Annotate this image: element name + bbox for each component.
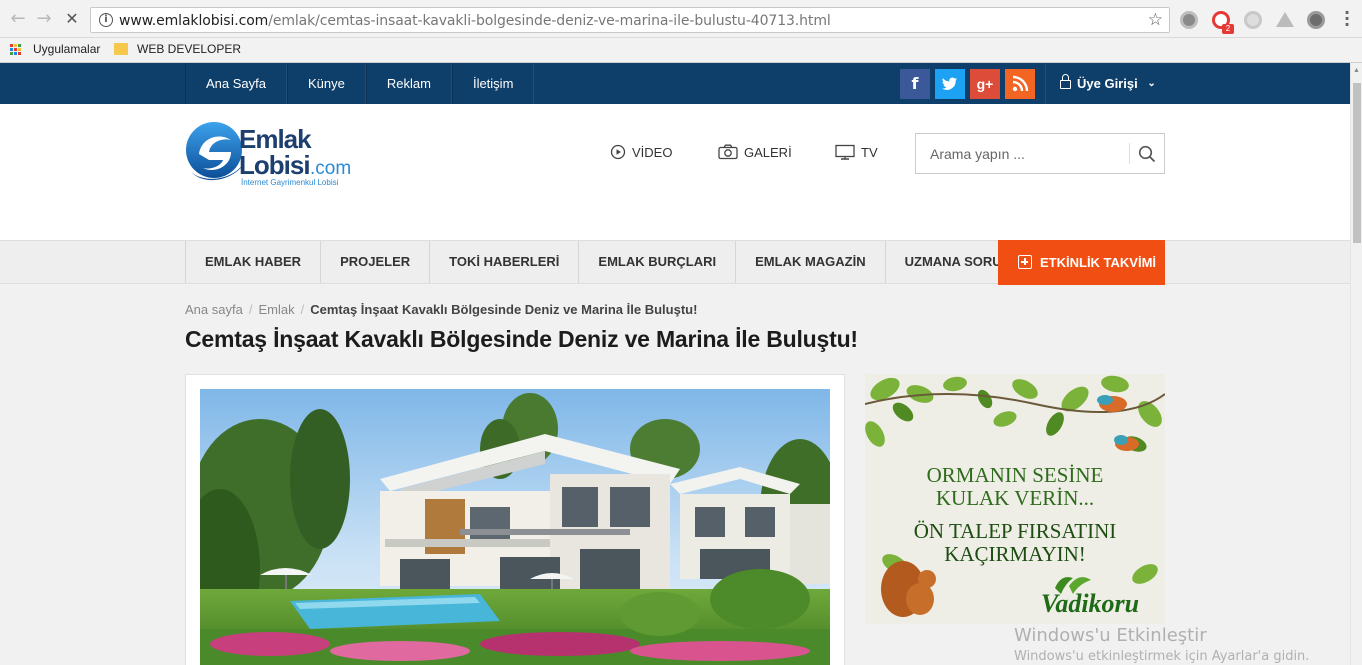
camera-icon [718,144,738,160]
windows-activation-title: Windows'u Etkinleştir [1014,625,1207,646]
event-calendar-label: ETKİNLİK TAKVİMİ [1040,255,1157,270]
breadcrumb: Ana sayfa / Emlak / Cemtaş İnşaat Kavaklı Bö… [185,302,697,317]
breadcrumb-current: Cemtaş İnşaat Kavaklı Bölgesinde Deniz v… [310,302,698,317]
ad-line2: KULAK VERİN... [936,486,1094,510]
browser-toolbar: ← → ✕ i www.emlaklobisi.com/emlak/cemtas… [0,0,1362,38]
back-icon[interactable]: ← [8,9,28,29]
gallery-label: GALERİ [744,145,792,160]
nav-iletisim[interactable]: İletişim [451,63,535,104]
search-divider [1129,143,1130,164]
extension-disabled-icon[interactable] [1244,11,1262,29]
breadcrumb-separator: / [300,302,305,317]
site-topbar: Ana Sayfa Künye Reklam İletişim f g+ Üye… [0,63,1350,104]
extension-film-icon[interactable] [1307,11,1325,29]
category-emlak-haber[interactable]: EMLAK HABER [186,241,322,283]
login-label: Üye Girişi [1077,76,1138,91]
scrollbar-thumb[interactable] [1353,83,1361,243]
search-box [915,133,1165,174]
nav-reklam[interactable]: Reklam [365,63,452,104]
tv-label: TV [861,145,878,160]
site-logo[interactable]: Emlak Lobisi .com İnternet Gayrimenkul L… [185,118,360,188]
category-projeler[interactable]: PROJELER [321,241,431,283]
breadcrumb-separator: / [248,302,253,317]
ad-line4: KAÇIRMAYIN! [944,542,1086,566]
nav-kunye[interactable]: Künye [287,63,366,104]
extension-badge: 2 [1222,24,1234,34]
address-bar[interactable]: i www.emlaklobisi.com/emlak/cemtas-insaa… [90,7,1170,33]
bookmark-apps[interactable]: Uygulamalar [33,42,100,56]
apps-icon[interactable] [10,44,22,56]
drive-icon[interactable] [1276,12,1294,27]
forward-icon[interactable]: → [34,9,54,29]
category-emlak-burclari[interactable]: EMLAK BURÇLARI [579,241,737,283]
ad-brand: Vadikoru [1041,589,1139,618]
google-plus-icon[interactable]: g+ [970,69,1000,99]
bookmarks-bar: Uygulamalar WEB DEVELOPER [0,38,1362,63]
search-icon[interactable] [1138,145,1156,163]
info-icon[interactable]: i [99,13,113,27]
url-path: /emlak/cemtas-insaat-kavakli-bolgesinde-… [268,13,831,29]
top-navigation: Ana Sayfa Künye Reklam İletişim [185,63,535,104]
rss-icon[interactable] [1005,69,1035,99]
video-label: VİDEO [632,145,673,160]
event-calendar-button[interactable]: ETKİNLİK TAKVİMİ [998,240,1165,285]
category-bar: EMLAK HABER PROJELER TOKİ HABERLERİ EMLA… [0,240,1350,285]
play-icon [610,144,626,160]
url-domain: www.emlaklobisi.com [119,13,269,29]
breadcrumb-home[interactable]: Ana sayfa [185,302,243,317]
category-menu: EMLAK HABER PROJELER TOKİ HABERLERİ EMLA… [185,241,1032,283]
gallery-link[interactable]: GALERİ [718,144,792,160]
logo-tagline: İnternet Gayrimenkul Lobisi [241,178,339,187]
logo-line2: Lobisi [239,150,310,180]
bookmark-star-icon[interactable]: ☆ [1148,10,1163,30]
nav-home[interactable]: Ana Sayfa [185,63,287,104]
page-scrollbar[interactable]: ▲ [1350,63,1362,665]
url-text[interactable]: www.emlaklobisi.com/emlak/cemtas-insaat-… [119,13,831,29]
page-title: Cemtaş İnşaat Kavaklı Bölgesinde Deniz v… [185,326,858,352]
ad-line3: ÖN TALEP FIRSATINI [914,519,1117,543]
facebook-icon[interactable]: f [900,69,930,99]
video-link[interactable]: VİDEO [610,144,672,160]
category-emlak-magazin[interactable]: EMLAK MAGAZİN [736,241,886,283]
article-image[interactable] [200,389,830,665]
ad-banner[interactable]: ORMANIN SESİNE KULAK VERİN... ÖN TALEP F… [865,374,1165,624]
breadcrumb-section[interactable]: Emlak [258,302,294,317]
site-header: Emlak Lobisi .com İnternet Gayrimenkul L… [0,104,1350,240]
scroll-up-icon[interactable]: ▲ [1353,67,1360,74]
extension-gear-icon[interactable] [1180,11,1198,29]
bookmark-web-developer[interactable]: WEB DEVELOPER [137,42,241,56]
lock-icon [1060,74,1071,89]
folder-icon[interactable] [114,43,128,55]
search-input[interactable] [916,134,1126,173]
ad-line1: ORMANIN SESİNE [927,463,1104,487]
stop-loading-icon[interactable]: ✕ [62,9,82,29]
twitter-icon[interactable] [935,69,965,99]
category-toki-haberleri[interactable]: TOKİ HABERLERİ [430,241,580,283]
browser-menu-icon[interactable]: · · · [1343,5,1351,33]
tv-link[interactable]: TV [835,144,878,160]
login-button[interactable]: Üye Girişi ⌄ [1045,63,1165,104]
chevron-down-icon: ⌄ [1147,78,1156,89]
windows-activation-subtitle: Windows'u etkinleştirmek için Ayarlar'a … [1014,649,1310,664]
monitor-icon [835,144,855,160]
logo-tld: .com [310,158,351,179]
plus-square-icon [1018,255,1032,269]
